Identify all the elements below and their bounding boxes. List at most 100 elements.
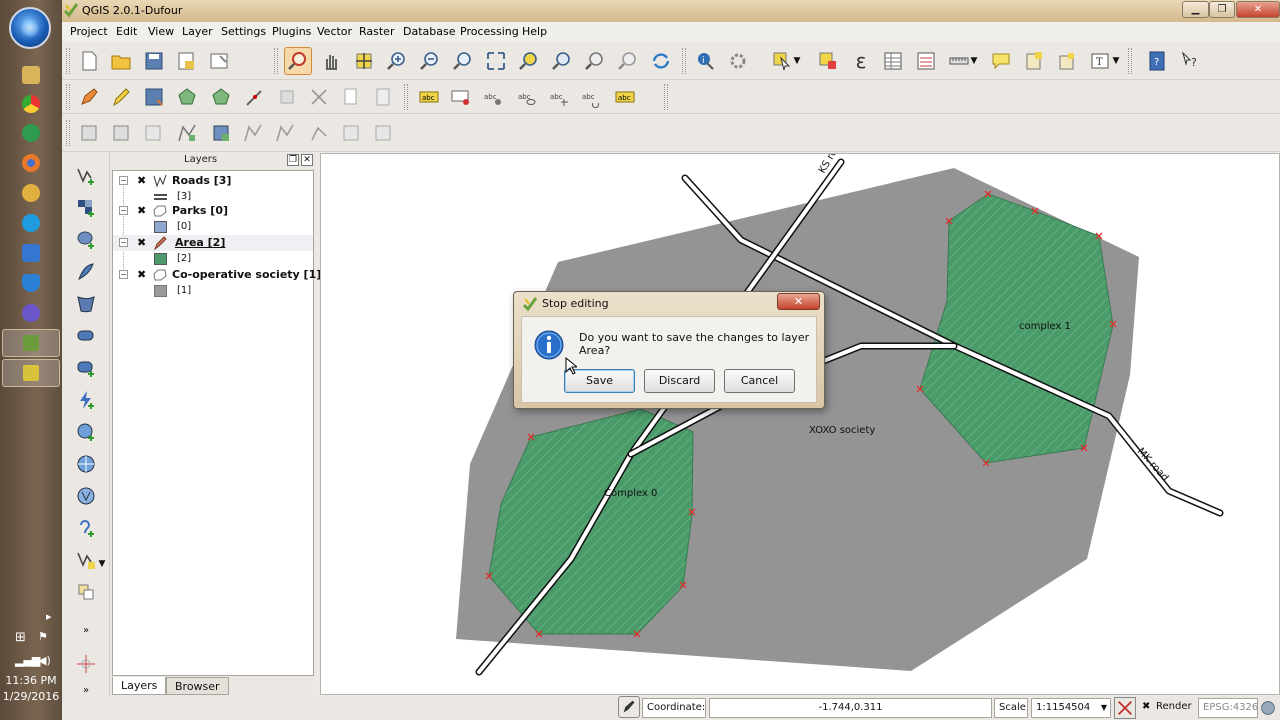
menu-edit[interactable]: Edit bbox=[116, 25, 137, 38]
network-icon[interactable]: ▂▄▆ bbox=[15, 654, 40, 667]
add-part-button[interactable] bbox=[208, 120, 234, 146]
attribute-table-button[interactable] bbox=[880, 48, 906, 74]
menu-view[interactable]: View bbox=[148, 25, 174, 38]
scale-dropdown-icon[interactable]: ▼ bbox=[1101, 699, 1107, 717]
menu-raster[interactable]: Raster bbox=[359, 25, 394, 38]
stop-editing-dialog[interactable]: Stop editing ✕ Do you want to save the c… bbox=[513, 291, 825, 409]
menu-vector[interactable]: Vector bbox=[317, 25, 352, 38]
add-composite-layer-button[interactable] bbox=[73, 579, 99, 605]
change-label-button[interactable]: abc bbox=[612, 84, 638, 110]
toolbar-grip[interactable] bbox=[1128, 48, 1132, 74]
add-mssql-layer-button[interactable] bbox=[73, 291, 99, 317]
whats-this-button[interactable]: ? bbox=[1177, 48, 1203, 74]
messages-log-button[interactable] bbox=[618, 696, 640, 718]
pan-map-button[interactable] bbox=[318, 48, 344, 74]
zoom-in-button[interactable] bbox=[384, 48, 410, 74]
delete-selected-button[interactable] bbox=[274, 84, 300, 110]
close-button[interactable]: ✕ bbox=[1236, 1, 1280, 18]
add-gps-layer-button[interactable] bbox=[73, 515, 99, 541]
menu-processing[interactable]: Processing bbox=[460, 25, 519, 38]
close-panel-icon[interactable]: ✕ bbox=[301, 154, 313, 166]
toolbar-grip[interactable] bbox=[664, 84, 668, 110]
layer-row-parks[interactable]: − ✖ Parks [0] bbox=[113, 203, 313, 219]
coordinate-field[interactable]: -1.744,0.311 bbox=[709, 698, 992, 718]
visibility-checkbox[interactable]: ✖ bbox=[137, 175, 148, 186]
dialog-close-button[interactable]: ✕ bbox=[777, 293, 820, 310]
stop-render-button[interactable] bbox=[1114, 697, 1136, 719]
add-wms-layer-button[interactable] bbox=[73, 355, 99, 381]
zoom-next-button[interactable] bbox=[615, 48, 641, 74]
action-center-flag-icon[interactable]: ⚑ bbox=[38, 630, 48, 643]
menu-settings[interactable]: Settings bbox=[221, 25, 266, 38]
pan-to-selection-button[interactable] bbox=[351, 48, 377, 74]
field-calculator-button[interactable]: ε bbox=[848, 48, 874, 74]
toolbar-grip[interactable] bbox=[66, 48, 70, 74]
annotation-dropdown-icon[interactable]: ▼ bbox=[1110, 48, 1122, 74]
taskbar-notepad-icon[interactable] bbox=[22, 244, 40, 262]
menu-project[interactable]: Project bbox=[70, 25, 108, 38]
collapse-icon[interactable]: − bbox=[119, 270, 128, 279]
toolbar-grip[interactable] bbox=[404, 84, 408, 110]
scale-combobox[interactable]: 1:1154504 ▼ bbox=[1031, 698, 1111, 718]
minimize-button[interactable]: ▁ bbox=[1182, 1, 1209, 18]
save-as-button[interactable] bbox=[173, 48, 199, 74]
run-feature-action-button[interactable] bbox=[725, 48, 751, 74]
add-delimited-text-button[interactable] bbox=[73, 483, 99, 509]
visibility-checkbox[interactable]: ✖ bbox=[137, 269, 148, 280]
collapse-icon[interactable]: − bbox=[119, 206, 128, 215]
open-project-button[interactable] bbox=[108, 48, 134, 74]
menu-plugins[interactable]: Plugins bbox=[272, 25, 311, 38]
toolbar-grip[interactable] bbox=[682, 48, 686, 74]
add-wcs-layer-button[interactable] bbox=[73, 387, 99, 413]
zoom-actual-size-button[interactable] bbox=[450, 48, 476, 74]
windows-flag-icon[interactable]: ⊞ bbox=[15, 630, 26, 645]
zoom-out-button[interactable] bbox=[417, 48, 443, 74]
toolbar-grip[interactable] bbox=[274, 48, 278, 74]
render-checkbox-icon[interactable]: ✖ bbox=[1142, 701, 1150, 712]
zoom-to-layer-button[interactable] bbox=[549, 48, 575, 74]
print-composer-button[interactable] bbox=[206, 48, 232, 74]
tab-layers[interactable]: Layers bbox=[112, 677, 167, 695]
taskbar-security-icon[interactable] bbox=[22, 274, 40, 292]
fill-ring-button[interactable] bbox=[240, 120, 266, 146]
toggle-editing-button[interactable] bbox=[108, 84, 134, 110]
add-raster-layer-button[interactable] bbox=[73, 195, 99, 221]
taskbar-qgis-window-1[interactable] bbox=[2, 329, 60, 357]
add-feature-button[interactable] bbox=[174, 84, 200, 110]
rotate-label-button[interactable]: abc bbox=[578, 84, 604, 110]
taskbar-qgis-window-2[interactable] bbox=[2, 359, 60, 387]
toolbar-grip[interactable] bbox=[66, 84, 70, 110]
map-canvas[interactable]: KS road MK road complex 1 Complex 0 XOXO… bbox=[320, 153, 1280, 695]
discard-button[interactable]: Discard bbox=[644, 369, 715, 393]
undo-button[interactable] bbox=[76, 120, 102, 146]
move-label-button[interactable]: abc bbox=[546, 84, 572, 110]
split-features-button[interactable] bbox=[370, 120, 396, 146]
crosshair-icon[interactable] bbox=[73, 651, 99, 677]
statistics-button[interactable] bbox=[913, 48, 939, 74]
taskbar-hangouts-icon[interactable] bbox=[22, 124, 40, 142]
map-drawing[interactable] bbox=[321, 154, 1280, 695]
new-bookmark-button[interactable] bbox=[1021, 48, 1047, 74]
redo-button[interactable] bbox=[108, 120, 134, 146]
deselect-features-button[interactable] bbox=[815, 48, 841, 74]
pin-labels-button[interactable] bbox=[448, 84, 474, 110]
offset-curve-button[interactable] bbox=[338, 120, 364, 146]
visibility-checkbox[interactable]: ✖ bbox=[137, 237, 148, 248]
menu-layer[interactable]: Layer bbox=[182, 25, 213, 38]
taskbar-utility-icon[interactable] bbox=[22, 184, 40, 202]
node-tool-button[interactable] bbox=[242, 84, 268, 110]
new-project-button[interactable] bbox=[76, 48, 102, 74]
map-tips-button[interactable] bbox=[988, 48, 1014, 74]
current-edits-button[interactable] bbox=[76, 84, 102, 110]
help-contents-button[interactable]: ? bbox=[1144, 48, 1170, 74]
start-button[interactable] bbox=[9, 7, 51, 49]
identify-features-button[interactable]: i bbox=[692, 48, 718, 74]
clock-time[interactable]: 11:36 PM bbox=[0, 674, 62, 687]
tab-browser[interactable]: Browser bbox=[166, 677, 229, 695]
layer-row-roads[interactable]: − ✖ Roads [3] bbox=[113, 173, 313, 189]
taskbar-firefox-icon[interactable] bbox=[22, 154, 40, 172]
layer-row-area[interactable]: − ✖ Area [2] bbox=[113, 235, 313, 251]
taskbar-skype-icon[interactable] bbox=[22, 214, 40, 232]
show-bookmarks-button[interactable] bbox=[1054, 48, 1080, 74]
zoom-full-button[interactable] bbox=[483, 48, 509, 74]
